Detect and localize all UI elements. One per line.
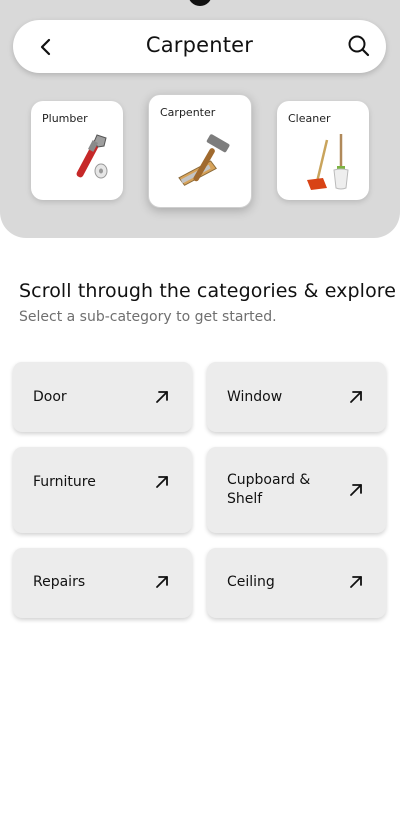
wrench-icon — [76, 134, 108, 179]
category-card-carpenter[interactable]: Carpenter — [148, 94, 252, 208]
header-bar: Carpenter — [13, 20, 386, 73]
arrow-up-right-icon — [156, 391, 168, 403]
arrow-up-right-icon — [350, 484, 362, 496]
search-icon[interactable] — [346, 33, 372, 59]
subcategory-card-repairs[interactable]: Repairs — [13, 548, 192, 618]
category-card-plumber[interactable]: Plumber — [31, 101, 123, 200]
category-panel: Carpenter Plumber Carpenter Cleaner — [0, 0, 400, 238]
intro-subtitle: Select a sub-category to get started. — [19, 309, 277, 325]
arrow-up-right-icon — [350, 576, 362, 588]
category-label: Carpenter — [160, 106, 216, 119]
intro-title: Scroll through the categories & explore — [19, 280, 397, 302]
hammer-saw-icon — [178, 134, 230, 186]
subcategory-label: Door — [33, 389, 67, 405]
subcategory-label: Ceiling — [227, 574, 275, 590]
subcategory-label: Repairs — [33, 574, 86, 590]
subcategory-card-furniture[interactable]: Furniture — [13, 447, 192, 533]
camera-notch — [188, 0, 212, 6]
category-card-cleaner[interactable]: Cleaner — [277, 101, 369, 200]
subcategory-card-window[interactable]: Window — [207, 362, 386, 432]
subcategory-label: Furniture — [33, 474, 96, 490]
subcategory-card-ceiling[interactable]: Ceiling — [207, 548, 386, 618]
broom-mop-icon — [307, 134, 349, 190]
page-title: Carpenter — [145, 33, 254, 57]
subcategory-label: Window — [227, 389, 283, 405]
arrow-up-right-icon — [156, 476, 168, 488]
subcategory-label: Cupboard & Shelf — [227, 472, 311, 507]
arrow-up-right-icon — [350, 391, 362, 403]
subcategory-card-cupboard-shelf[interactable]: Cupboard & Shelf — [207, 447, 386, 533]
category-label: Plumber — [42, 112, 88, 125]
category-label: Cleaner — [288, 112, 331, 125]
subcategory-card-door[interactable]: Door — [13, 362, 192, 432]
arrow-up-right-icon — [156, 576, 168, 588]
